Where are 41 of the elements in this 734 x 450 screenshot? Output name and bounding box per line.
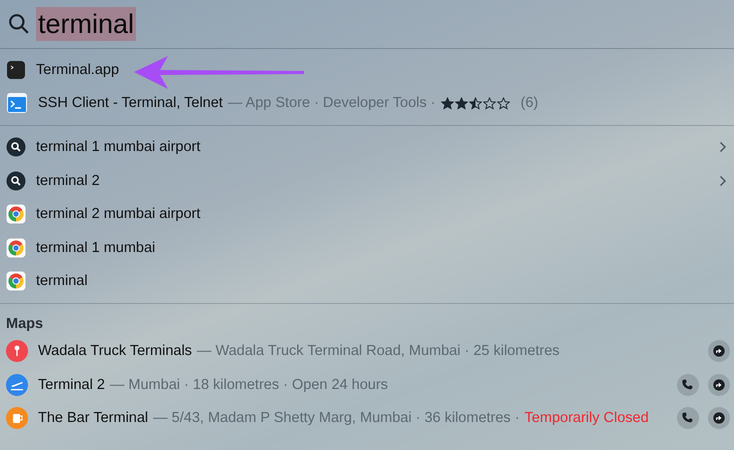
star-icon [440,96,454,110]
suggestion-text[interactable]: terminal 1 mumbai airport [36,138,200,155]
directions-icon [713,412,725,424]
suggestion-text[interactable]: terminal 2 [36,172,100,189]
phone-icon [682,378,694,391]
place-detail: — Mumbai · 18 kilometres · Open 24 hours [110,376,388,393]
search-query[interactable]: terminal [36,7,136,41]
browser-icon [6,271,26,292]
console-icon [6,92,28,114]
star-icon [454,96,468,110]
search-icon [8,13,30,35]
place-detail: — Wadala Truck Terminal Road, Mumbai · 25 kilometres [196,342,560,359]
search-icon [6,170,26,191]
star-icon [482,96,496,110]
directions-button[interactable] [708,340,730,362]
suggestion-text[interactable]: terminal [36,273,88,290]
suggestion-text[interactable]: terminal 2 mumbai airport [36,206,200,222]
phone-icon [682,412,694,424]
suggestion-text[interactable]: terminal 1 mumbai [36,240,156,256]
directions-button[interactable] [708,407,730,430]
directions-icon [713,378,725,391]
result-title[interactable]: SSH Client - Terminal, Telnet [38,95,223,112]
place-name[interactable]: Terminal 2 [38,376,105,393]
place-detail: — 5/43, Madam P Shetty Marg, Mumbai · 36 kilometres · [153,410,520,426]
browser-icon [6,238,26,258]
call-button[interactable] [677,407,699,430]
result-title[interactable]: Terminal.app [36,62,120,78]
directions-icon [713,344,725,357]
rating-count: (6) [520,95,538,112]
directions-button[interactable] [708,374,730,396]
section-heading: Maps [5,315,44,334]
call-button[interactable] [677,374,699,396]
search-icon [6,136,26,157]
browser-icon [6,204,26,224]
terminal-icon [6,60,26,80]
star-icon [468,96,482,110]
result-subtitle: — App Store · Developer Tools · [228,95,436,112]
place-name[interactable]: The Bar Terminal [38,410,148,426]
place-status: Temporarily Closed [524,410,649,426]
place-name[interactable]: Wadala Truck Terminals [38,342,192,359]
star-icon [496,96,510,110]
